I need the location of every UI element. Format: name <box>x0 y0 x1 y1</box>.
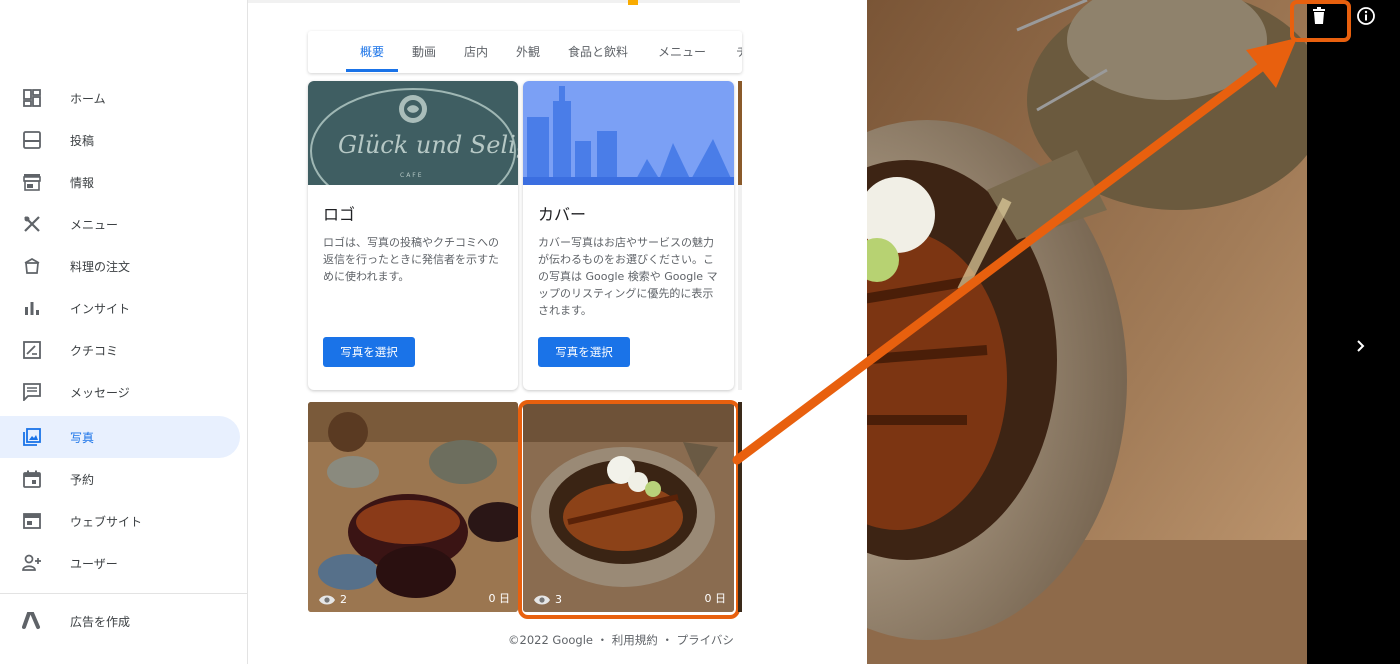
annotation-arrow <box>732 38 1297 465</box>
